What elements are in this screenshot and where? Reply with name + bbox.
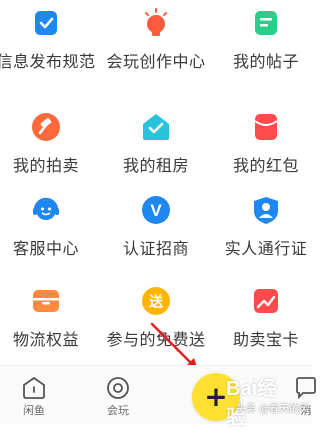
grid-item-label: 我的帖子 [232,52,299,71]
free-gift-icon: 送 [141,286,171,316]
watermark-logo: Bai经验 [226,378,278,429]
grid-item-label: 我的租房 [122,156,189,175]
grid-item-label: 信息发布规范 [0,52,96,71]
grid-item-my-red-packets[interactable]: 我的红包 [214,104,318,184]
grid-item-certified-merchants[interactable]: V 认证招商 [104,187,208,267]
grid-item-my-rentals[interactable]: 我的租房 [104,104,208,184]
grid-item-label: 物流权益 [12,330,79,349]
home-icon [23,376,45,399]
grid-item-real-person-pass[interactable]: 实人通行证 [214,187,318,267]
red-packet-icon [251,112,281,142]
plus-icon: + [204,380,228,413]
grid-item-label: 客服中心 [12,239,79,258]
services-grid: 信息发布规范 会玩创作中心 我的帖子 我的拍卖 我的租房 我的红包 客服中心 V… [0,0,312,370]
tab-huiwan[interactable]: 会玩 [106,376,130,418]
grid-item-info-publish-rules[interactable]: 信息发布规范 [0,0,98,80]
grid-item-customer-service[interactable]: 客服中心 [0,187,98,267]
watermark-text: 头条 @春天的风 [236,404,310,415]
grid-item-label: 助卖宝卡 [232,330,299,349]
lightbulb-icon [141,8,171,38]
grid-item-creator-center[interactable]: 会玩创作中心 [104,0,208,80]
person-pass-icon [251,195,281,225]
message-icon [296,377,316,400]
customer-service-icon [31,195,61,225]
posts-icon [251,8,281,38]
grid-item-label: 我的拍卖 [12,156,79,175]
grid-item-sales-booster-card[interactable]: 助卖宝卡 [214,278,318,358]
house-check-icon [141,112,171,142]
tab-label: 闲鱼 [23,404,45,417]
free-gift-char: 送 [148,294,164,311]
verified-v-icon: V [141,195,171,225]
document-check-icon [31,8,61,38]
grid-item-label: 认证招商 [122,239,189,258]
grid-item-my-posts[interactable]: 我的帖子 [214,0,318,80]
grid-item-label: 实人通行证 [224,239,308,258]
tab-xianyu[interactable]: 闲鱼 [22,376,46,418]
grid-item-label: 我的红包 [232,156,299,175]
logistics-box-icon [31,286,61,316]
tab-label: 会玩 [107,404,129,417]
grid-item-my-auctions[interactable]: 我的拍卖 [0,104,98,184]
grid-item-logistics-benefits[interactable]: 物流权益 [0,278,98,358]
sales-chart-icon [251,286,281,316]
verified-v-char: V [150,201,162,220]
circle-icon [107,377,129,399]
auction-hammer-icon [31,112,61,142]
grid-item-label: 会玩创作中心 [106,52,206,71]
